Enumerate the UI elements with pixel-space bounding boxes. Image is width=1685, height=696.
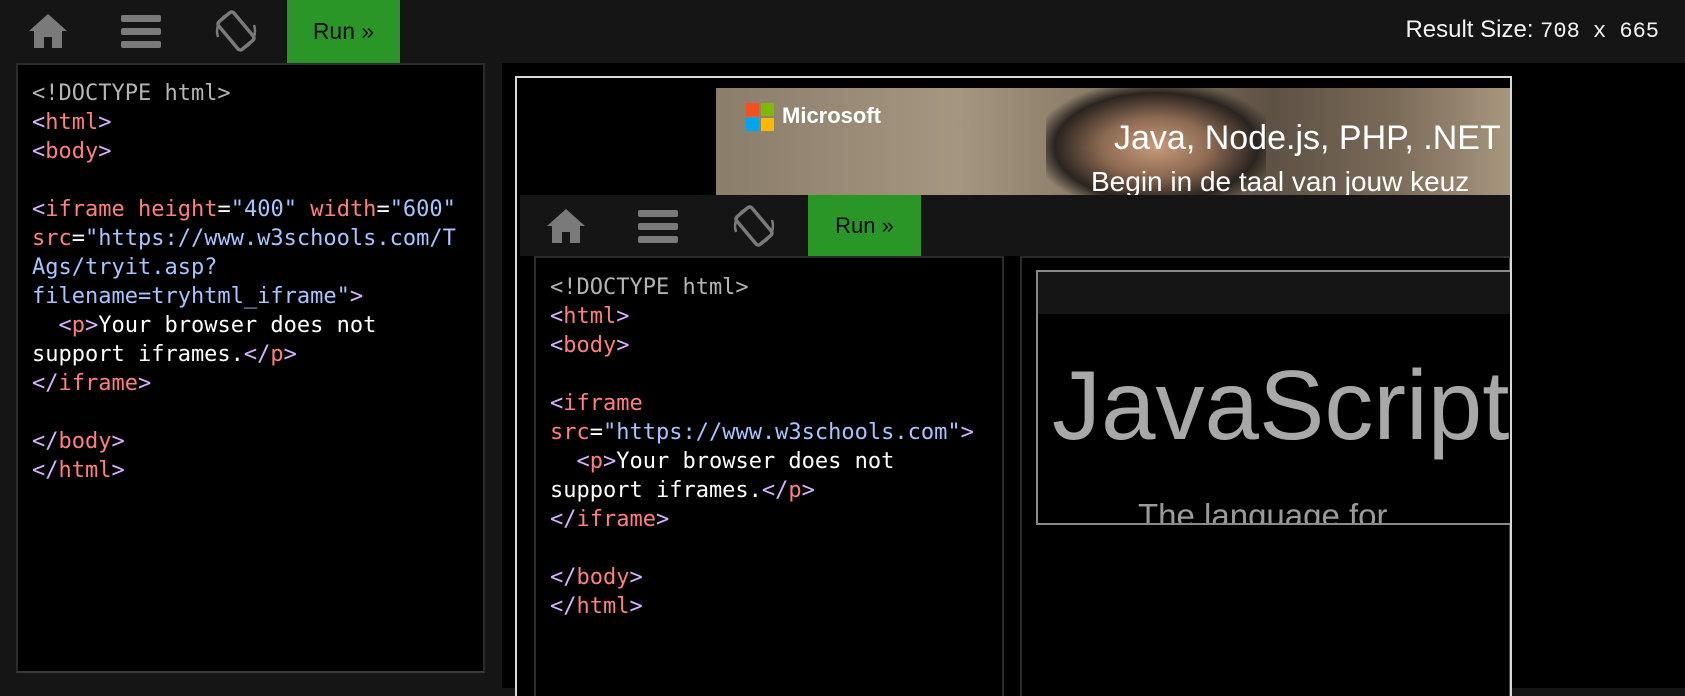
inner-iframe[interactable]: JavaScript The language for [1036, 270, 1510, 525]
run-button[interactable]: Run » [287, 0, 400, 63]
hamburger-menu-icon[interactable] [114, 6, 168, 56]
inner-rotate-screen-icon[interactable] [728, 202, 780, 250]
code-editor-content[interactable]: <!DOCTYPE html> <html> <body> <iframe he… [32, 79, 456, 485]
inner-code-editor-content[interactable]: <!DOCTYPE html> <html> <body> <iframe sr… [550, 273, 974, 621]
code-editor[interactable]: <!DOCTYPE html> <html> <body> <iframe he… [16, 63, 485, 673]
result-iframe[interactable]: Microsoft Java, Node.js, PHP, .NET Begin… [515, 76, 1512, 696]
inner-iframe-subtitle: The language for [1138, 497, 1388, 525]
result-size: Result Size: 708 x 665 [1405, 16, 1659, 44]
toolbar: Run » Result Size: 708 x 665 [0, 0, 1685, 63]
result-size-label: Result Size: [1405, 16, 1534, 43]
ad-subline: Begin in de taal van jouw keuz [1091, 166, 1470, 195]
rotate-screen-icon[interactable] [209, 6, 263, 56]
ad-banner[interactable]: Microsoft Java, Node.js, PHP, .NET Begin… [716, 88, 1510, 195]
result-size-value: 708 x 665 [1540, 19, 1659, 44]
inner-code-editor[interactable]: <!DOCTYPE html> <html> <body> <iframe sr… [534, 256, 1004, 696]
inner-run-button[interactable]: Run » [808, 195, 921, 256]
inner-toolbar: Run » [520, 195, 1510, 256]
inner-hamburger-menu-icon[interactable] [632, 202, 684, 250]
ad-brand: Microsoft [782, 103, 881, 128]
ad-headline: Java, Node.js, PHP, .NET [1114, 119, 1501, 157]
inner-result-pane: JavaScript The language for [1020, 256, 1510, 696]
inner-iframe-title: JavaScript [1052, 350, 1510, 460]
microsoft-logo-icon [746, 103, 774, 131]
code-line-1: <!DOCTYPE html> [32, 81, 231, 106]
inner-code-line-1: <!DOCTYPE html> [550, 275, 749, 300]
inner-iframe-nav [1038, 272, 1510, 314]
home-icon[interactable] [21, 6, 75, 56]
inner-home-icon[interactable] [540, 202, 592, 250]
